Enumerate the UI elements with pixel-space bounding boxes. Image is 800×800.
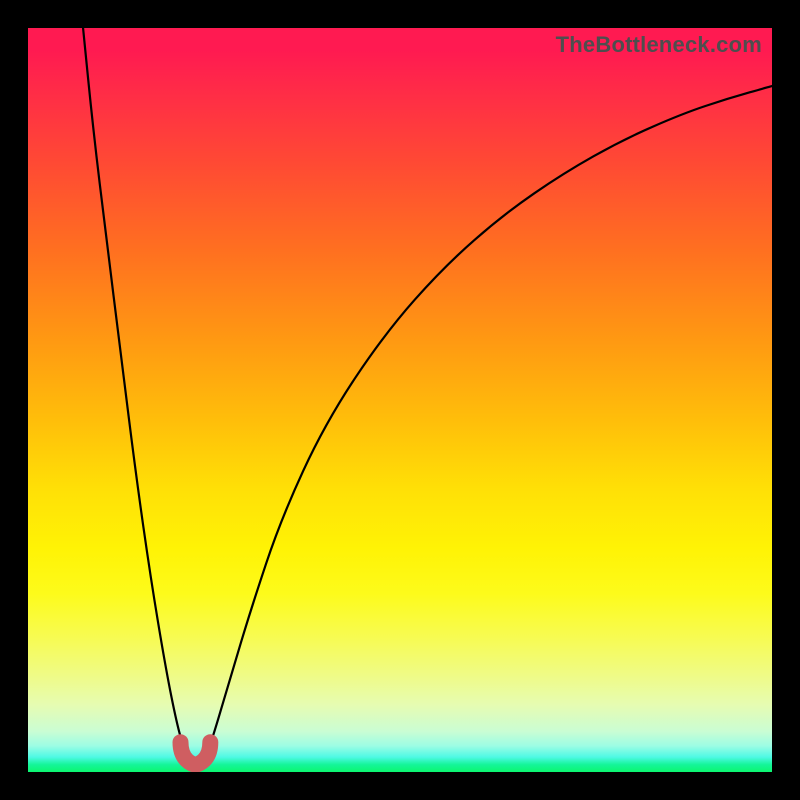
curve-right-branch: [204, 86, 772, 762]
trough-marker: [181, 742, 211, 764]
plot-area: TheBottleneck.com: [28, 28, 772, 772]
bottleneck-curve: [28, 28, 772, 772]
curve-left-branch: [83, 28, 189, 762]
